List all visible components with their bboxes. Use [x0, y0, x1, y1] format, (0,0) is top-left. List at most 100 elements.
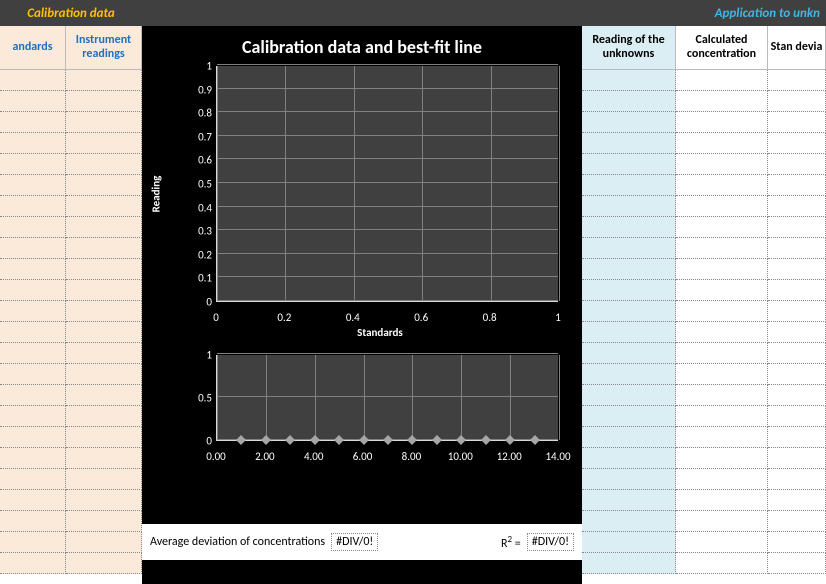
cell-standards[interactable]	[0, 91, 66, 112]
cell-reading-unknown[interactable]	[582, 511, 676, 532]
cell-calc-concentration[interactable]	[676, 343, 768, 364]
cell-standards[interactable]	[0, 385, 66, 406]
cell-std-deviation[interactable]	[768, 511, 826, 532]
cell-standards[interactable]	[0, 406, 66, 427]
cell-calc-concentration[interactable]	[676, 196, 768, 217]
cell-reading-unknown[interactable]	[582, 91, 676, 112]
cell-calc-concentration[interactable]	[676, 532, 768, 553]
cell-standards[interactable]	[0, 532, 66, 553]
cell-standards[interactable]	[0, 490, 66, 511]
cell-reading-unknown[interactable]	[582, 112, 676, 133]
cell-reading-unknown[interactable]	[582, 175, 676, 196]
cell-instrument-reading[interactable]	[66, 532, 142, 553]
cell-standards[interactable]	[0, 175, 66, 196]
cell-standards[interactable]	[0, 553, 66, 574]
cell-calc-concentration[interactable]	[676, 259, 768, 280]
cell-std-deviation[interactable]	[768, 322, 826, 343]
cell-calc-concentration[interactable]	[676, 553, 768, 574]
cell-instrument-reading[interactable]	[66, 364, 142, 385]
cell-instrument-reading[interactable]	[66, 175, 142, 196]
cell-instrument-reading[interactable]	[66, 238, 142, 259]
cell-standards[interactable]	[0, 469, 66, 490]
cell-std-deviation[interactable]	[768, 469, 826, 490]
cell-instrument-reading[interactable]	[66, 343, 142, 364]
cell-calc-concentration[interactable]	[676, 448, 768, 469]
cell-reading-unknown[interactable]	[582, 385, 676, 406]
cell-standards[interactable]	[0, 448, 66, 469]
cell-std-deviation[interactable]	[768, 175, 826, 196]
cell-instrument-reading[interactable]	[66, 490, 142, 511]
cell-instrument-reading[interactable]	[66, 280, 142, 301]
cell-calc-concentration[interactable]	[676, 427, 768, 448]
cell-calc-concentration[interactable]	[676, 133, 768, 154]
cell-reading-unknown[interactable]	[582, 217, 676, 238]
cell-standards[interactable]	[0, 364, 66, 385]
cell-standards[interactable]	[0, 133, 66, 154]
cell-instrument-reading[interactable]	[66, 91, 142, 112]
cell-std-deviation[interactable]	[768, 385, 826, 406]
cell-reading-unknown[interactable]	[582, 301, 676, 322]
cell-reading-unknown[interactable]	[582, 322, 676, 343]
cell-std-deviation[interactable]	[768, 238, 826, 259]
cell-standards[interactable]	[0, 322, 66, 343]
cell-instrument-reading[interactable]	[66, 448, 142, 469]
cell-std-deviation[interactable]	[768, 259, 826, 280]
cell-calc-concentration[interactable]	[676, 469, 768, 490]
cell-reading-unknown[interactable]	[582, 259, 676, 280]
cell-reading-unknown[interactable]	[582, 469, 676, 490]
cell-instrument-reading[interactable]	[66, 511, 142, 532]
cell-std-deviation[interactable]	[768, 553, 826, 574]
cell-standards[interactable]	[0, 112, 66, 133]
cell-std-deviation[interactable]	[768, 364, 826, 385]
cell-standards[interactable]	[0, 154, 66, 175]
cell-std-deviation[interactable]	[768, 427, 826, 448]
cell-reading-unknown[interactable]	[582, 280, 676, 301]
cell-calc-concentration[interactable]	[676, 154, 768, 175]
cell-instrument-reading[interactable]	[66, 301, 142, 322]
cell-std-deviation[interactable]	[768, 133, 826, 154]
cell-standards[interactable]	[0, 70, 66, 91]
cell-std-deviation[interactable]	[768, 154, 826, 175]
cell-instrument-reading[interactable]	[66, 427, 142, 448]
cell-standards[interactable]	[0, 343, 66, 364]
cell-instrument-reading[interactable]	[66, 154, 142, 175]
cell-calc-concentration[interactable]	[676, 511, 768, 532]
cell-calc-concentration[interactable]	[676, 406, 768, 427]
cell-std-deviation[interactable]	[768, 91, 826, 112]
cell-std-deviation[interactable]	[768, 532, 826, 553]
cell-instrument-reading[interactable]	[66, 70, 142, 91]
cell-instrument-reading[interactable]	[66, 196, 142, 217]
cell-std-deviation[interactable]	[768, 112, 826, 133]
cell-reading-unknown[interactable]	[582, 154, 676, 175]
cell-reading-unknown[interactable]	[582, 196, 676, 217]
cell-standards[interactable]	[0, 511, 66, 532]
cell-calc-concentration[interactable]	[676, 175, 768, 196]
cell-reading-unknown[interactable]	[582, 70, 676, 91]
cell-calc-concentration[interactable]	[676, 490, 768, 511]
cell-reading-unknown[interactable]	[582, 343, 676, 364]
cell-instrument-reading[interactable]	[66, 259, 142, 280]
cell-reading-unknown[interactable]	[582, 427, 676, 448]
cell-std-deviation[interactable]	[768, 70, 826, 91]
cell-instrument-reading[interactable]	[66, 322, 142, 343]
cell-std-deviation[interactable]	[768, 301, 826, 322]
cell-calc-concentration[interactable]	[676, 70, 768, 91]
cell-instrument-reading[interactable]	[66, 385, 142, 406]
cell-reading-unknown[interactable]	[582, 406, 676, 427]
cell-reading-unknown[interactable]	[582, 490, 676, 511]
cell-std-deviation[interactable]	[768, 343, 826, 364]
cell-calc-concentration[interactable]	[676, 301, 768, 322]
cell-reading-unknown[interactable]	[582, 532, 676, 553]
cell-standards[interactable]	[0, 280, 66, 301]
cell-std-deviation[interactable]	[768, 490, 826, 511]
cell-std-deviation[interactable]	[768, 448, 826, 469]
cell-standards[interactable]	[0, 301, 66, 322]
cell-standards[interactable]	[0, 217, 66, 238]
cell-calc-concentration[interactable]	[676, 91, 768, 112]
cell-instrument-reading[interactable]	[66, 133, 142, 154]
cell-calc-concentration[interactable]	[676, 364, 768, 385]
cell-standards[interactable]	[0, 238, 66, 259]
cell-reading-unknown[interactable]	[582, 364, 676, 385]
cell-std-deviation[interactable]	[768, 280, 826, 301]
cell-instrument-reading[interactable]	[66, 553, 142, 574]
